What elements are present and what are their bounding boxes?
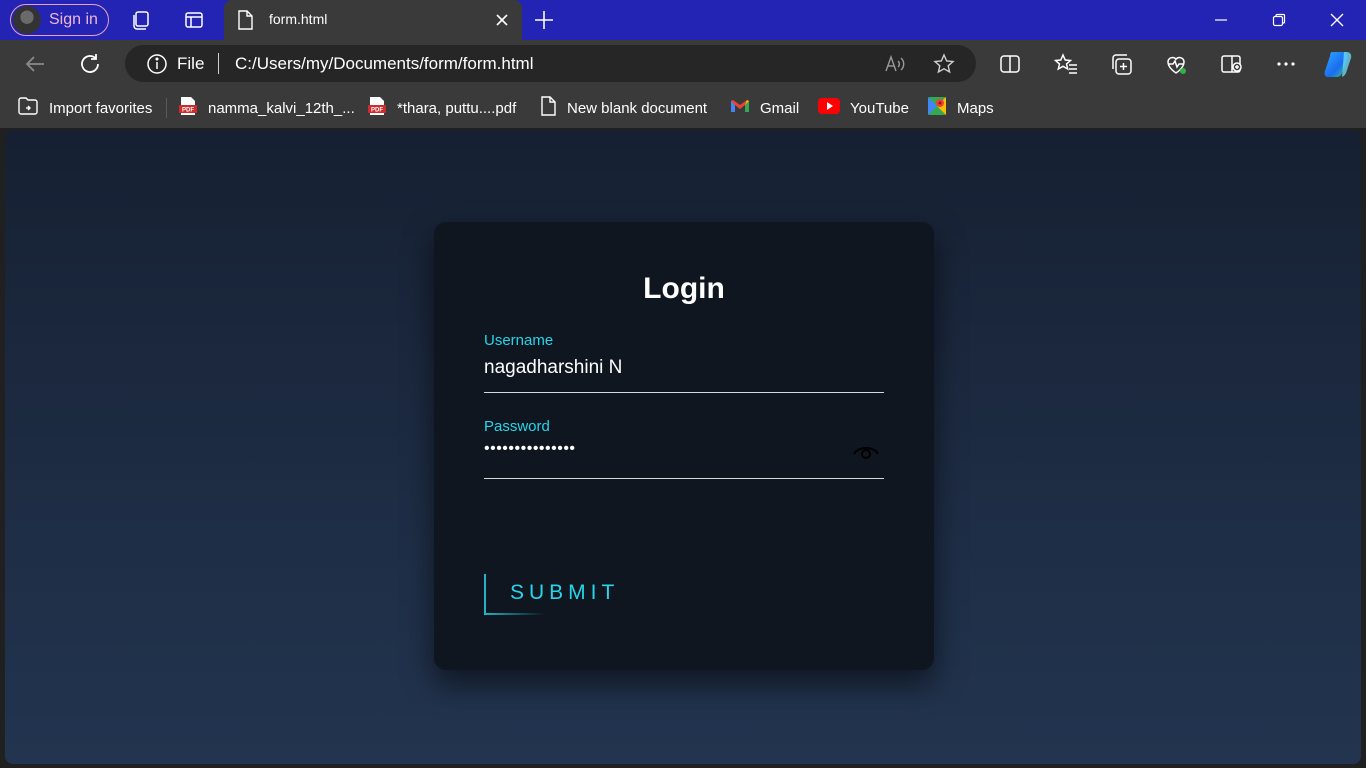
submit-button[interactable]: SUBMIT [484, 574, 614, 615]
username-input[interactable]: nagadharshini N [484, 357, 622, 379]
url-text[interactable]: C:/Users/my/Documents/form/form.html [235, 54, 534, 74]
bookmark-youtube[interactable]: YouTube [818, 97, 909, 119]
svg-text:PDF: PDF [182, 107, 194, 113]
tab-form-html[interactable]: form.html [224, 0, 522, 40]
info-icon[interactable] [146, 53, 168, 80]
navigation-toolbar: File C:/Users/my/Documents/form/form.htm… [0, 40, 1366, 88]
submit-underline [484, 613, 544, 615]
bookmark-label: Maps [957, 99, 994, 117]
bookmark-namma-kalvi[interactable]: PDF namma_kalvi_12th_... [178, 96, 355, 121]
split-screen-icon[interactable] [998, 52, 1022, 76]
bookmark-label: *thara, puttu....pdf [397, 99, 517, 117]
youtube-icon [818, 97, 840, 119]
bookmark-gmail[interactable]: Gmail [730, 97, 799, 119]
username-label: Username [484, 332, 554, 349]
close-window-icon[interactable] [1325, 8, 1349, 32]
bookmark-maps[interactable]: Maps [927, 96, 994, 121]
submit-label: SUBMIT [510, 581, 620, 604]
address-divider [218, 53, 219, 74]
pdf-icon: PDF [367, 96, 387, 121]
password-underline [484, 478, 884, 479]
bookmark-divider [166, 98, 167, 118]
more-options-icon[interactable] [1274, 52, 1298, 76]
read-aloud-icon[interactable] [884, 53, 906, 80]
favorites-icon[interactable] [1054, 52, 1078, 76]
login-card: Login Username nagadharshini N Password … [434, 222, 934, 670]
favorite-star-icon[interactable] [933, 53, 955, 80]
show-password-eye-icon[interactable] [852, 443, 880, 466]
document-icon [539, 95, 557, 121]
page-viewport: Login Username nagadharshini N Password … [5, 130, 1361, 764]
browser-essentials-icon[interactable] [1164, 52, 1188, 76]
sign-in-label: Sign in [49, 11, 98, 28]
bookmark-new-blank-document[interactable]: New blank document [539, 95, 708, 121]
immersive-reader-icon[interactable] [1220, 52, 1244, 76]
workspaces-icon[interactable] [129, 8, 153, 32]
back-arrow-icon[interactable] [23, 52, 47, 76]
close-tab-icon[interactable] [492, 10, 512, 35]
minimize-icon[interactable] [1209, 8, 1233, 32]
collections-icon[interactable] [1109, 52, 1133, 76]
password-label: Password [484, 418, 550, 435]
new-tab-icon[interactable] [532, 8, 556, 37]
window-bottom-edge [0, 764, 1366, 768]
bookmark-import-favorites[interactable]: Import favorites [17, 96, 153, 121]
password-input[interactable]: ••••••••••••••• [484, 440, 576, 458]
bookmark-label: YouTube [850, 99, 909, 117]
tab-actions-icon[interactable] [182, 8, 206, 32]
tab-title: form.html [269, 11, 328, 27]
browser-tab-bar: Sign in form.html [0, 0, 1366, 40]
refresh-icon[interactable] [78, 52, 102, 76]
svg-text:PDF: PDF [371, 107, 383, 113]
file-icon [236, 10, 254, 35]
avatar [13, 6, 41, 34]
bookmark-thara-puttu[interactable]: PDF *thara, puttu....pdf [367, 96, 517, 121]
login-title: Login [643, 272, 725, 305]
username-underline [484, 392, 884, 393]
bookmark-label: Import favorites [49, 99, 153, 117]
address-bar[interactable]: File C:/Users/my/Documents/form/form.htm… [125, 45, 976, 82]
scheme-label: File [177, 54, 205, 73]
bookmark-label: Gmail [760, 99, 800, 117]
restore-icon[interactable] [1267, 8, 1291, 32]
pdf-icon: PDF [178, 96, 198, 121]
favorites-bar: Import favorites PDF namma_kalvi_12th_..… [0, 88, 1366, 128]
maps-icon [927, 96, 947, 121]
sign-in-button[interactable]: Sign in [10, 4, 109, 36]
copilot-icon[interactable] [1323, 48, 1355, 80]
bookmark-label: New blank document [567, 99, 708, 117]
bookmark-label: namma_kalvi_12th_... [208, 99, 355, 117]
import-icon [17, 96, 39, 121]
gmail-icon [730, 98, 750, 119]
